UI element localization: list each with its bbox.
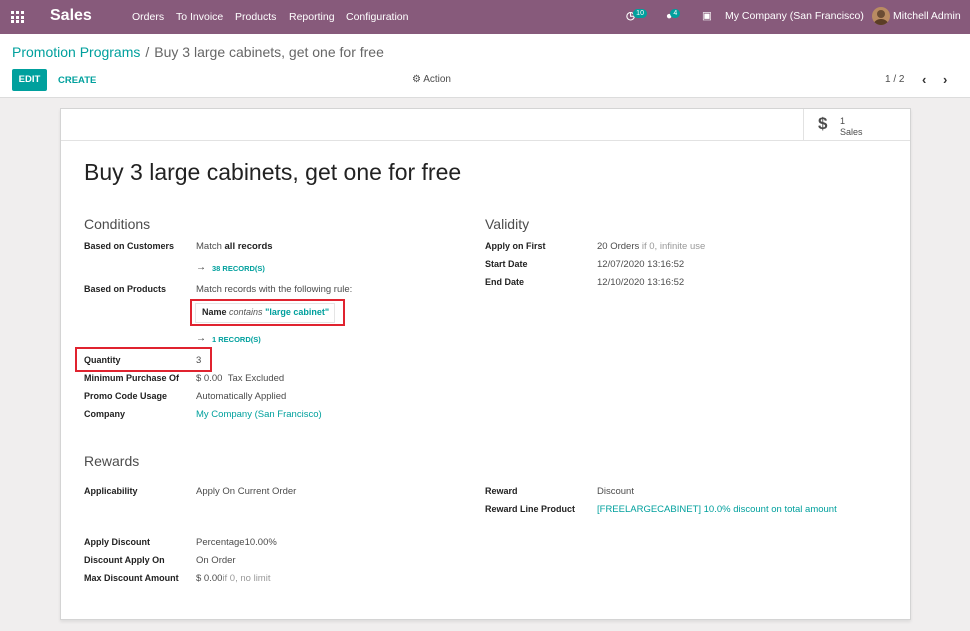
applicability-label: Applicability [84, 486, 138, 496]
pager-value[interactable]: 1 / 2 [885, 74, 904, 85]
promo-code-value: Automatically Applied [196, 391, 287, 402]
match-prefix: Match [196, 241, 225, 252]
edit-button[interactable]: EDIT [12, 69, 47, 91]
end-date-label: End Date [485, 277, 525, 287]
apps-menu-icon[interactable] [11, 11, 25, 23]
menu-to-invoice[interactable]: To Invoice [176, 11, 223, 23]
based-on-customers-label: Based on Customers [84, 241, 175, 251]
apply-discount-value: Percentage10.00% [196, 537, 277, 548]
chevron-right-icon[interactable]: › [943, 72, 947, 87]
max-discount-value: $ 0.00if 0, no limit [196, 573, 270, 584]
arrow-right-icon: → [196, 262, 206, 273]
applicability-value: Apply On Current Order [196, 486, 297, 497]
conditions-heading: Conditions [84, 216, 151, 232]
max-discount-hint: if 0, no limit [222, 573, 271, 584]
reward-label: Reward [485, 486, 518, 496]
apply-on-first-hint: if 0, infinite use [639, 241, 706, 252]
min-purchase-label: Minimum Purchase Of [84, 373, 180, 383]
company-switcher[interactable]: My Company (San Francisco) [725, 10, 864, 22]
form-sheet: $ 1 Sales Buy 3 large cabinets, get one … [60, 108, 911, 620]
activity-button[interactable]: ◷10 [626, 9, 647, 22]
rewards-heading: Rewards [84, 453, 140, 469]
promo-code-label: Promo Code Usage [84, 391, 168, 401]
menu-reporting[interactable]: Reporting [289, 11, 335, 23]
dollar-icon: $ [818, 114, 828, 133]
company-label: Company [84, 409, 126, 419]
reward-value: Discount [597, 486, 634, 497]
breadcrumb: Promotion Programs / Buy 3 large cabinets,… [12, 44, 384, 60]
stat-value: 1 [840, 116, 846, 126]
products-records-link[interactable]: 1 RECORD(S) [212, 335, 261, 344]
discount-apply-on-value: On Order [196, 555, 236, 566]
all-records-text: all records [224, 241, 273, 252]
app-name[interactable]: Sales [50, 7, 92, 25]
top-navbar: Sales Orders To Invoice Products Reporti… [0, 0, 970, 34]
stat-label: Sales [840, 127, 863, 137]
based-on-customers-value: Match all records [196, 241, 273, 252]
max-discount-label: Max Discount Amount [84, 573, 179, 583]
rule-highlight-box [190, 299, 345, 326]
apply-discount-label: Apply Discount [84, 537, 151, 547]
gift-icon[interactable]: ▣ [702, 10, 712, 22]
arrow-right-icon: → [196, 333, 206, 344]
min-purchase-amount: $ 0.00 [196, 373, 223, 384]
menu-configuration[interactable]: Configuration [346, 11, 408, 23]
menu-products[interactable]: Products [235, 11, 276, 23]
apply-on-first-label: Apply on First [485, 241, 546, 251]
breadcrumb-parent[interactable]: Promotion Programs [12, 44, 140, 60]
end-date-value: 12/10/2020 13:16:52 [597, 277, 685, 288]
max-discount-amount: $ 0.00 [196, 573, 223, 584]
button-box: $ 1 Sales [61, 109, 910, 141]
reward-line-product-label: Reward Line Product [485, 504, 576, 514]
based-on-products-value: Match records with the following rule: [196, 284, 353, 295]
gear-icon: ⚙ [412, 74, 421, 85]
create-button[interactable]: CREATE [58, 75, 96, 86]
action-menu[interactable]: ⚙ Action [412, 74, 451, 85]
messages-button[interactable]: ●4 [666, 9, 681, 22]
quantity-highlight-box [75, 347, 212, 372]
apply-on-first-count: 20 Orders [597, 241, 640, 252]
avatar[interactable] [872, 7, 890, 25]
user-menu[interactable]: Mitchell Admin [893, 10, 961, 22]
menu-orders[interactable]: Orders [132, 11, 164, 23]
action-label: Action [423, 74, 451, 85]
reward-line-product-value[interactable]: [FREELARGECABINET] 10.0% discount on tot… [597, 504, 837, 515]
start-date-value: 12/07/2020 13:16:52 [597, 259, 685, 270]
activity-badge: 10 [633, 9, 647, 18]
breadcrumb-separator: / [145, 44, 150, 60]
messages-badge: 4 [670, 9, 681, 18]
sales-stat-button[interactable]: $ 1 Sales [803, 109, 910, 141]
based-on-products-label: Based on Products [84, 284, 167, 294]
company-value[interactable]: My Company (San Francisco) [196, 409, 322, 420]
apply-on-first-value: 20 Orders if 0, infinite use [597, 241, 705, 252]
breadcrumb-current: Buy 3 large cabinets, get one for free [154, 44, 384, 60]
start-date-label: Start Date [485, 259, 528, 269]
customers-records-link[interactable]: 38 RECORD(S) [212, 264, 265, 273]
control-panel: Promotion Programs / Buy 3 large cabinets,… [0, 34, 970, 98]
min-purchase-tax: Tax Excluded [227, 373, 285, 384]
validity-heading: Validity [485, 216, 530, 232]
discount-apply-on-label: Discount Apply On [84, 555, 165, 565]
record-title[interactable]: Buy 3 large cabinets, get one for free [84, 159, 461, 186]
chevron-left-icon[interactable]: ‹ [922, 72, 926, 87]
min-purchase-value: $ 0.00 Tax Excluded [196, 373, 284, 384]
